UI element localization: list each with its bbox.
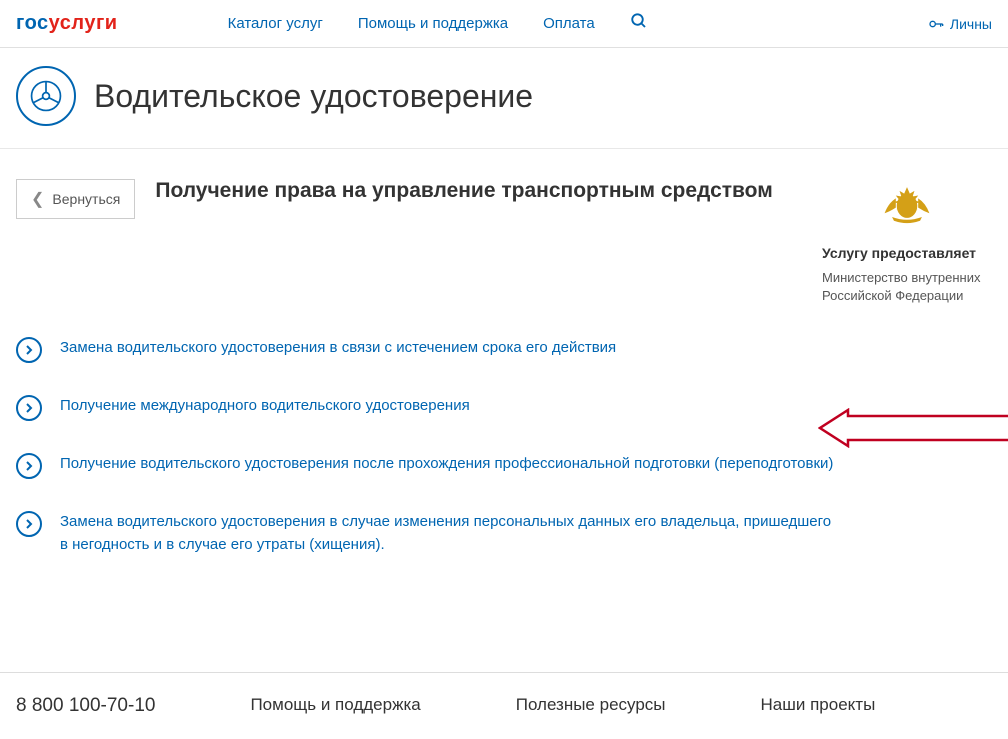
back-button[interactable]: ❮ Вернуться [16, 179, 135, 219]
footer-help[interactable]: Помощь и поддержка [250, 695, 420, 715]
service-link-0[interactable]: Замена водительского удостоверения в свя… [60, 337, 616, 360]
footer-resources[interactable]: Полезные ресурсы [516, 695, 666, 715]
page-title-bar: Водительское удостоверение [0, 48, 1008, 149]
chevron-right-icon[interactable] [16, 511, 42, 537]
provider-name: Министерство внутренних Российской Федер… [822, 269, 992, 305]
services-list: Замена водительского удостоверения в свя… [0, 305, 1008, 612]
service-link-2[interactable]: Получение водительского удостоверения по… [60, 453, 833, 476]
subtitle: Получение права на управление транспортн… [155, 179, 802, 203]
service-item: Замена водительского удостоверения в свя… [16, 321, 992, 379]
service-item: Замена водительского удостоверения в слу… [16, 495, 992, 572]
key-icon [928, 16, 944, 32]
provider-label: Услугу предоставляет [822, 245, 992, 261]
footer-resources-col: Полезные ресурсы [516, 695, 666, 717]
header: госуслуги Каталог услуг Помощь и поддерж… [0, 0, 1008, 48]
logo[interactable]: госуслуги [16, 12, 118, 35]
steering-wheel-icon [16, 66, 76, 126]
arrow-annotation [818, 408, 1008, 448]
footer-phone-col: 8 800 100-70-10 [16, 695, 155, 717]
nav-help[interactable]: Помощь и поддержка [358, 15, 508, 32]
personal-label: Личны [950, 16, 992, 32]
footer-projects-col: Наши проекты [761, 695, 876, 717]
logo-part1: гос [16, 12, 49, 34]
footer: 8 800 100-70-10 Помощь и поддержка Полез… [0, 672, 1008, 739]
provider-column: Услугу предоставляет Министерство внутре… [822, 179, 992, 305]
nav-payment[interactable]: Оплата [543, 15, 595, 32]
chevron-left-icon: ❮ [31, 189, 44, 209]
nav-catalog[interactable]: Каталог услуг [228, 15, 323, 32]
chevron-right-icon[interactable] [16, 453, 42, 479]
footer-help-col: Помощь и поддержка [250, 695, 420, 717]
main-column: Получение права на управление транспортн… [155, 179, 802, 305]
top-nav: Каталог услуг Помощь и поддержка Оплата [228, 12, 648, 35]
footer-phone: 8 800 100-70-10 [16, 695, 155, 717]
service-link-1[interactable]: Получение международного водительского у… [60, 395, 470, 418]
chevron-right-icon[interactable] [16, 395, 42, 421]
content: ❮ Вернуться Получение права на управлени… [0, 149, 1008, 305]
emblem-icon [879, 179, 935, 227]
chevron-right-icon[interactable] [16, 337, 42, 363]
back-label: Вернуться [52, 191, 120, 207]
service-link-3[interactable]: Замена водительского удостоверения в слу… [60, 511, 840, 556]
footer-projects[interactable]: Наши проекты [761, 695, 876, 715]
search-icon[interactable] [630, 12, 648, 35]
page-title: Водительское удостоверение [94, 78, 533, 115]
logo-part2: услуги [49, 12, 118, 34]
personal-link[interactable]: Личны [928, 16, 992, 32]
